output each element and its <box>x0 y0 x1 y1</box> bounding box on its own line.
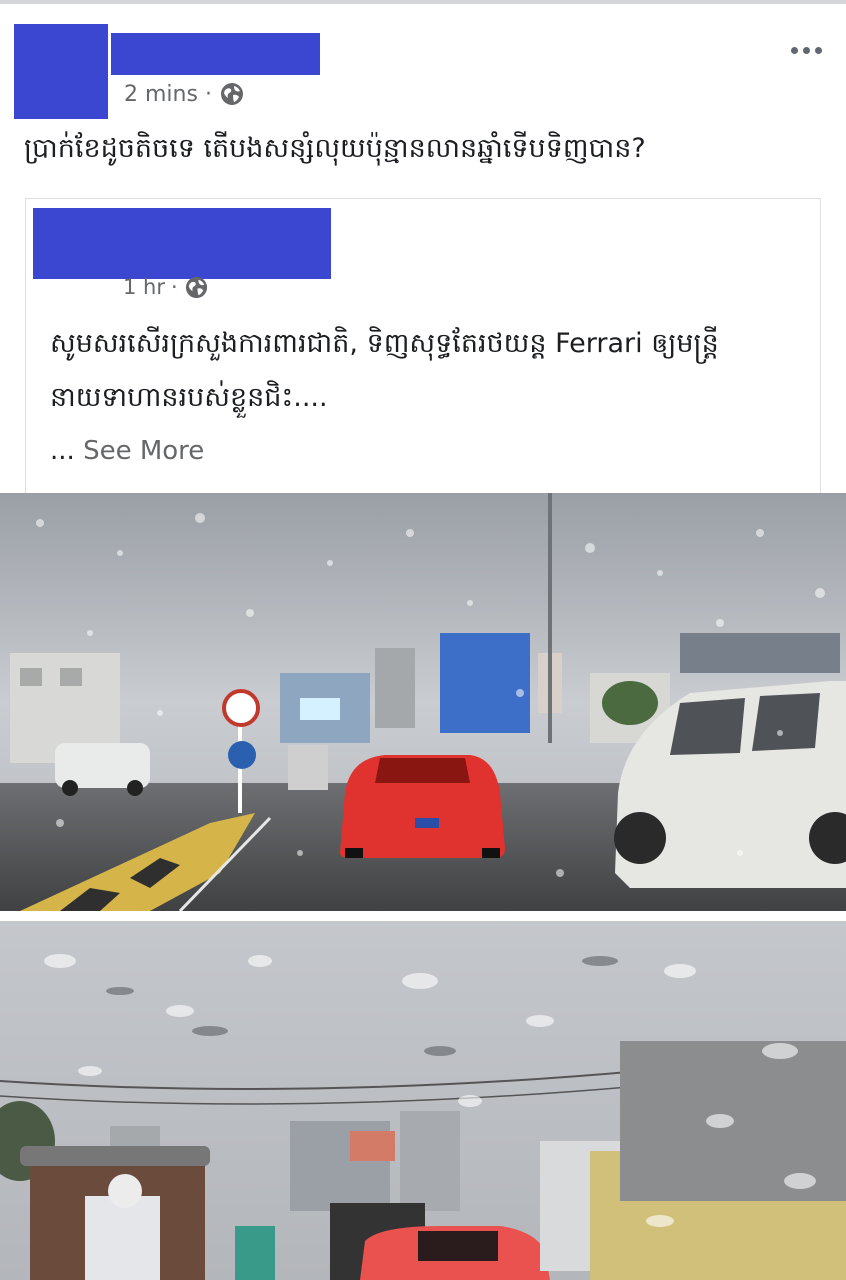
post-text: ប្រាក់ខែដូចតិចទេ តើបងសន្សំលុយប៉ុន្មានលាន… <box>24 133 646 164</box>
post-photo-1[interactable] <box>0 493 846 911</box>
author-name-redacted[interactable] <box>111 33 320 75</box>
ellipsis: ... <box>50 436 75 466</box>
shared-text-line: សូមសរសើរក្រសួងការពារជាតិ, ទិញសុទ្ធតែរថយន… <box>50 328 719 359</box>
globe-icon <box>219 81 245 107</box>
meta-separator: · <box>204 81 212 107</box>
shared-post-card[interactable]: 1 hr · សូមសរសើរក្រសួងការពារជាតិ, ទិញសុទ្… <box>25 198 821 498</box>
see-more-link[interactable]: See More <box>83 436 204 466</box>
shared-post-text: សូមសរសើរក្រសួងការពារជាតិ, ទិញសុទ្ធតែរថយន… <box>50 317 810 425</box>
post-meta: 2 mins · <box>124 80 245 108</box>
shared-author-redacted[interactable] <box>33 208 331 279</box>
see-more-row: ... See More <box>50 436 204 466</box>
post-photo-2[interactable] <box>0 921 846 1280</box>
top-divider <box>0 0 846 4</box>
post-timestamp[interactable]: 2 mins <box>124 82 198 107</box>
shared-post-timestamp[interactable]: 1 hr <box>123 275 165 299</box>
globe-icon <box>184 275 209 300</box>
shared-text-line: នាយទាហានរបស់ខ្លួនជិះ.... <box>50 382 328 413</box>
shared-post-meta: 1 hr · <box>123 274 209 300</box>
meta-separator: · <box>170 275 178 299</box>
more-options-icon[interactable] <box>784 36 828 64</box>
avatar-redacted[interactable] <box>14 24 108 119</box>
